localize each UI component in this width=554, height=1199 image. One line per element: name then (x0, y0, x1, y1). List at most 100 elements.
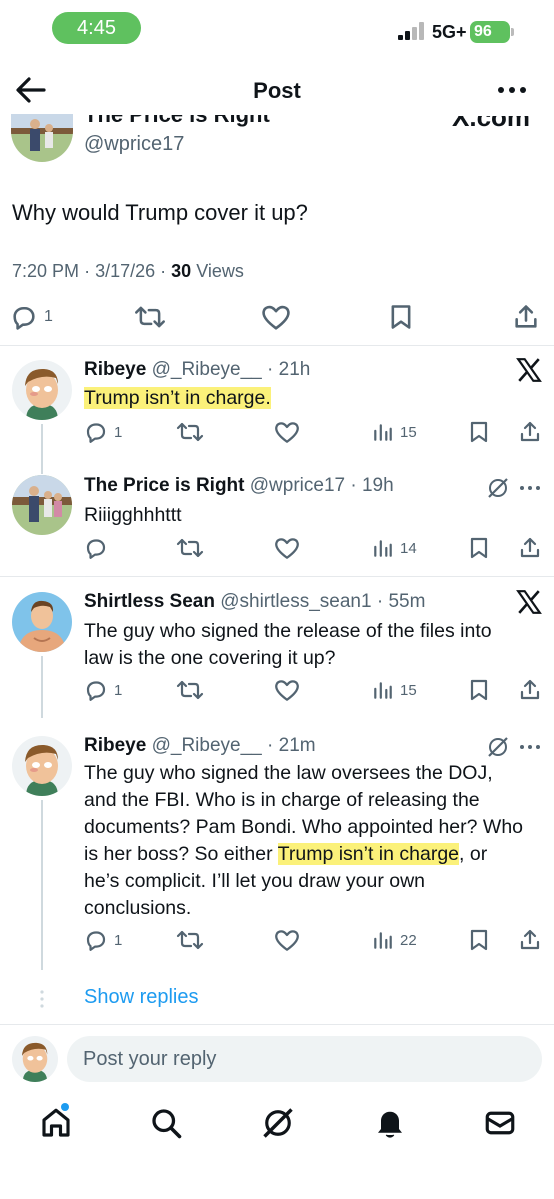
views-button[interactable]: 15 (372, 679, 417, 701)
messages-icon (485, 1111, 515, 1135)
repost-button[interactable] (176, 678, 204, 702)
repost-icon (176, 930, 204, 950)
like-button[interactable] (274, 420, 300, 444)
repost-icon (176, 538, 204, 558)
post-text: Why would Trump cover it up? (12, 200, 308, 225)
views-label: Views (196, 261, 244, 281)
reply-action-bar: 14 (0, 534, 554, 564)
reply-button[interactable]: 1 (84, 420, 122, 444)
repost-button[interactable] (134, 303, 166, 331)
more-horizontal-icon[interactable] (518, 743, 542, 751)
bookmark-icon (470, 421, 488, 443)
cartoon-avatar (12, 736, 72, 796)
bookmark-button[interactable] (388, 303, 414, 331)
repost-button[interactable] (176, 420, 204, 444)
reply-avatar[interactable] (12, 736, 72, 796)
reply-button[interactable]: 1 (84, 928, 122, 952)
reply-button[interactable] (84, 536, 114, 560)
reply-text: The guy who signed the law oversees the … (84, 760, 524, 922)
reply-input[interactable] (67, 1036, 542, 1082)
share-icon (520, 929, 540, 950)
views-count: 14 (400, 539, 417, 557)
views-button[interactable]: 14 (372, 537, 417, 559)
reply-button[interactable]: 1 (84, 678, 122, 702)
reply-avatar[interactable] (12, 592, 72, 652)
tab-notifications[interactable] (372, 1105, 408, 1141)
reply-avatar[interactable] (12, 360, 72, 420)
like-button[interactable] (274, 678, 300, 702)
reply-dot: · (267, 735, 279, 756)
divider (0, 345, 554, 346)
unread-dot (61, 1103, 69, 1111)
reply-action-bar: 1 15 (0, 418, 554, 448)
reply-author-name[interactable]: The Price is Right (84, 475, 244, 496)
heart-icon (275, 538, 299, 559)
tab-home[interactable] (38, 1105, 74, 1141)
highlighted-text: Trump isn’t in charge. (84, 387, 271, 409)
meta-separator: · (84, 261, 96, 281)
reply-avatar[interactable] (12, 475, 72, 535)
reply-author-handle[interactable]: @_Ribeye__ (152, 735, 262, 756)
reply-author-handle[interactable]: @shirtless_sean1 (220, 591, 371, 612)
divider (0, 1024, 554, 1025)
repost-button[interactable] (176, 928, 204, 952)
bookmark-button[interactable] (468, 536, 490, 560)
share-button[interactable] (512, 303, 540, 331)
tab-search[interactable] (148, 1105, 184, 1141)
reply-action-bar: 1 15 (0, 676, 554, 706)
bookmark-button[interactable] (468, 928, 490, 952)
reply-author-handle[interactable]: @wprice17 (250, 475, 345, 496)
reply-icon (86, 423, 106, 443)
views-button[interactable]: 15 (372, 421, 417, 443)
my-avatar[interactable] (12, 1036, 58, 1082)
share-button[interactable] (518, 928, 542, 952)
share-icon (520, 421, 540, 442)
bookmark-icon (470, 537, 488, 559)
battery-cap (511, 28, 514, 36)
bookmark-button[interactable] (468, 678, 490, 702)
x-logo-icon (516, 590, 542, 614)
share-button[interactable] (518, 678, 542, 702)
arrow-left-icon (16, 77, 46, 103)
repost-button[interactable] (176, 536, 204, 560)
share-button[interactable] (518, 536, 542, 560)
reply-time: 19h (361, 475, 394, 496)
views-button[interactable]: 22 (372, 929, 417, 951)
page-title: Post (253, 78, 301, 103)
author-handle[interactable]: @wprice17 (84, 133, 184, 156)
show-replies-link[interactable]: Show replies (84, 986, 199, 1009)
like-button[interactable] (261, 303, 291, 331)
reply-author-name[interactable]: Shirtless Sean (84, 591, 215, 612)
reply-button[interactable]: 1 (10, 303, 53, 331)
avatar-photo (12, 475, 72, 535)
like-button[interactable] (274, 536, 300, 560)
more-options-button[interactable] (494, 80, 530, 100)
reply-time: 21m (278, 735, 316, 756)
share-icon (520, 679, 540, 700)
analytics-icon (374, 932, 392, 949)
analytics-icon (374, 540, 392, 557)
grok-icon[interactable] (486, 476, 510, 500)
views-count: 30 (171, 261, 192, 281)
bookmark-button[interactable] (468, 420, 490, 444)
cartoon-avatar (12, 360, 72, 420)
reply-action-bar: 1 22 (0, 926, 554, 956)
grok-icon[interactable] (486, 735, 510, 759)
post-meta: 7:20 PM · 3/17/26 · 30 Views (12, 261, 244, 282)
like-button[interactable] (274, 928, 300, 952)
tab-grok[interactable] (260, 1105, 296, 1141)
reply-author-handle[interactable]: @_Ribeye__ (152, 359, 262, 380)
reply-time: 21h (278, 359, 311, 380)
reply-author-name[interactable]: Ribeye (84, 735, 146, 756)
reply-author-name[interactable]: Ribeye (84, 359, 146, 380)
bookmark-icon (470, 679, 488, 701)
tab-messages[interactable] (482, 1105, 518, 1141)
divider (0, 576, 554, 577)
share-button[interactable] (518, 420, 542, 444)
author-avatar[interactable] (11, 114, 73, 162)
heart-icon (275, 422, 299, 443)
battery-level: 96 (474, 23, 492, 40)
more-horizontal-icon[interactable] (518, 484, 542, 492)
back-button[interactable] (14, 74, 48, 106)
views-count: 22 (400, 931, 417, 949)
